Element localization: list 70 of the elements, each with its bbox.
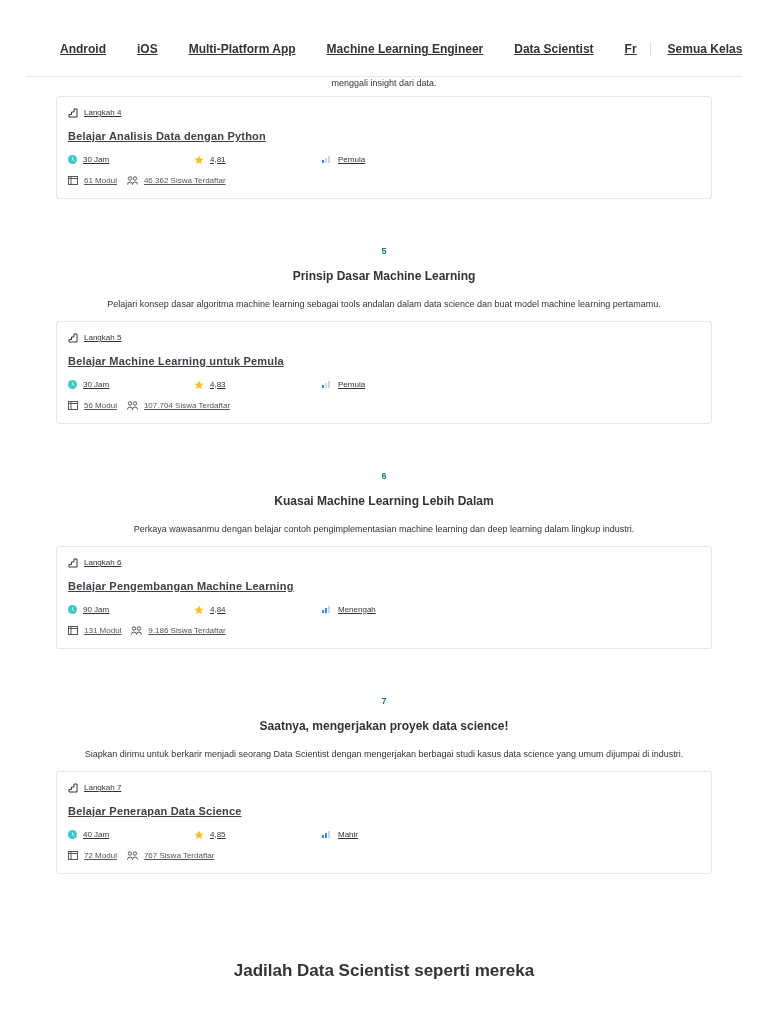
step-link[interactable]: Langkah 4 [84,107,122,119]
students-text: 767 Siswa Terdaftar [143,849,215,862]
step-title: Prinsip Dasar Machine Learning [291,268,477,285]
clock-icon [68,605,77,614]
students-text: 107.704 Siswa Terdaftar [143,399,231,412]
step-number: 6 [380,469,388,483]
step-link[interactable]: Langkah 7 [84,782,122,794]
step-title: Kuasai Machine Learning Lebih Dalam [273,493,495,510]
nav-link[interactable]: Fr [624,40,637,58]
difficulty-text: Mahir [338,828,358,841]
module-icon [68,401,78,410]
star-icon [194,604,204,615]
nav-link[interactable]: Data Scientist [514,40,594,58]
nav-link[interactable]: iOS [137,40,158,58]
module-icon [68,851,78,860]
course-title-link[interactable]: Belajar Pengembangan Machine Learning [68,578,700,595]
step-link[interactable]: Langkah 5 [84,332,122,344]
duration-text: 40 Jam [83,828,110,841]
clock-icon [68,380,77,389]
difficulty-text: Menengah [338,603,376,616]
modules-text: 56 Modul [84,399,117,412]
stairs-icon [68,783,78,793]
step-number: 5 [380,244,388,258]
modules-text: 61 Modul [84,174,117,187]
rating-text: 4,83 [210,378,226,391]
step-description: Perkaya wawasanmu dengan belajar contoh pengimplementasian machine learning dan deep learning dalam lingkup industri. [132,523,636,536]
modules-text: 72 Modul [84,849,117,862]
people-icon [126,176,138,185]
course-title-link[interactable]: Belajar Machine Learning untuk Pemula [68,353,700,370]
clock-icon [68,830,77,839]
star-icon [194,829,204,840]
duration-text: 30 Jam [83,153,110,166]
module-icon [68,176,78,185]
stairs-icon [68,108,78,118]
step-description: Siapkan dirimu untuk berkarir menjadi seorang Data Scientist dengan mengerjakan berbagai studi kasus data science yang umum dijumpai di industri. [83,748,685,761]
all-classes-link[interactable]: Semua Kelas [667,40,743,58]
students-text: 9.186 Siswa Terdaftar [148,624,226,637]
course-title-link[interactable]: Belajar Analisis Data dengan Python [68,128,700,145]
course-card[interactable]: Langkah 6 Belajar Pengembangan Machine Learning 90 Jam 4,84 Menengah 131 Modul 9.186 Siswa Terdaftar [56,546,712,649]
description-text: menggali insight dari data. [330,78,438,90]
rating-text: 4,85 [210,828,226,841]
students-text: 46.362 Siswa Terdaftar [143,174,226,187]
section-heading: Jadilah Data Scientist seperti mereka [232,959,536,982]
step-description: Pelajari konsep dasar algoritma machine learning sebagai tools andalan dalam data science dan buat model machine learning pertamamu. [106,298,662,311]
difficulty-text: Pemula [338,153,366,166]
stairs-icon [68,333,78,343]
star-icon [194,379,204,390]
people-icon [131,626,143,635]
duration-text: 90 Jam [83,603,110,616]
course-card[interactable]: Langkah 7 Belajar Penerapan Data Science 40 Jam 4,85 Mahir 72 Modul 767 Siswa Terdaftar [56,771,712,874]
course-card[interactable]: Langkah 4 Belajar Analisis Data dengan Python 30 Jam 4,81 Pemula 61 Modul 46.362 Siswa Terdaftar [56,96,712,199]
duration-text: 30 Jam [83,378,110,391]
rating-text: 4,81 [210,153,226,166]
rating-text: 4,84 [210,603,226,616]
star-icon [194,154,204,165]
step-number: 7 [380,694,388,708]
nav-link[interactable]: Android [60,40,106,58]
step-title: Saatnya, mengerjakan proyek data science! [258,718,510,735]
modules-text: 131 Modul [84,624,122,637]
course-card[interactable]: Langkah 5 Belajar Machine Learning untuk Pemula 30 Jam 4,83 Pemula 56 Modul 107.704 Siswa Terdaftar [56,321,712,424]
people-icon [126,401,138,410]
stairs-icon [68,558,78,568]
nav-link[interactable]: Machine Learning Engineer [326,40,484,58]
module-icon [68,626,78,635]
course-title-link[interactable]: Belajar Penerapan Data Science [68,803,700,820]
people-icon [126,851,138,860]
difficulty-text: Pemula [338,378,366,391]
clock-icon [68,155,77,164]
nav-link[interactable]: Multi-Platform App [188,40,296,58]
step-link[interactable]: Langkah 6 [84,557,122,569]
